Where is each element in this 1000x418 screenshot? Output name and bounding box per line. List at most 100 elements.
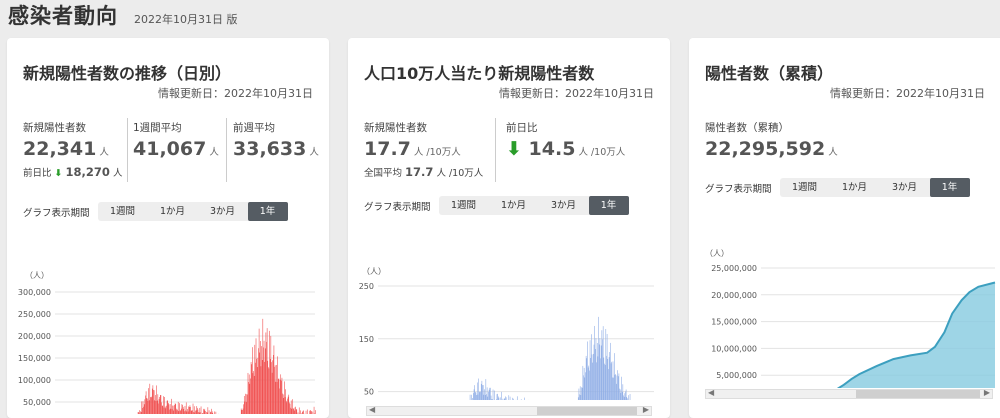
scroll-right-icon[interactable]: ▶ bbox=[643, 405, 649, 414]
bar bbox=[173, 411, 174, 415]
bar bbox=[628, 395, 629, 400]
bar bbox=[478, 379, 479, 400]
bar bbox=[619, 389, 620, 400]
y-tick-label: 150,000 bbox=[18, 354, 51, 363]
stat-value: ⬇ 14.5人 /10万人 bbox=[506, 138, 625, 160]
scroll-left-icon[interactable]: ◀ bbox=[369, 405, 375, 414]
bar bbox=[580, 386, 581, 400]
scroll-thumb[interactable] bbox=[537, 407, 637, 415]
bar bbox=[486, 394, 487, 400]
bar bbox=[195, 411, 196, 414]
period-3month-button[interactable]: 3か月 bbox=[880, 178, 930, 197]
bar bbox=[243, 404, 244, 414]
bar bbox=[627, 398, 628, 400]
bar bbox=[283, 394, 284, 414]
bar bbox=[602, 339, 603, 400]
bar-series bbox=[71, 319, 316, 414]
period-1month-button[interactable]: 1か月 bbox=[489, 196, 539, 215]
bar bbox=[263, 319, 264, 414]
period-1year-button[interactable]: 1年 bbox=[248, 202, 288, 221]
bar bbox=[170, 404, 171, 414]
bar bbox=[172, 406, 173, 414]
bar bbox=[601, 345, 602, 400]
bar bbox=[269, 368, 270, 414]
bar bbox=[198, 412, 199, 414]
bar bbox=[275, 365, 276, 414]
bar bbox=[275, 382, 276, 414]
period-1week-button[interactable]: 1週間 bbox=[98, 202, 148, 221]
y-tick-label: 150 bbox=[359, 335, 374, 344]
y-axis-label: （人） bbox=[25, 271, 49, 280]
y-tick-label: 20,000,000 bbox=[711, 291, 757, 300]
updated-date: 情報更新日：2022年10月31日 bbox=[158, 85, 313, 101]
bar bbox=[270, 359, 271, 414]
bar bbox=[254, 376, 255, 414]
bar bbox=[285, 397, 286, 414]
bar bbox=[504, 399, 505, 400]
bar bbox=[486, 379, 487, 400]
bar bbox=[293, 409, 294, 414]
bar bbox=[203, 409, 204, 414]
bar bbox=[166, 408, 167, 414]
bar bbox=[272, 360, 273, 414]
bar bbox=[471, 395, 472, 400]
bar bbox=[256, 338, 257, 414]
divider bbox=[226, 118, 227, 182]
bar bbox=[583, 375, 584, 400]
bar bbox=[144, 404, 145, 414]
period-1year-button[interactable]: 1年 bbox=[930, 178, 970, 197]
bar bbox=[285, 389, 286, 414]
bar bbox=[278, 379, 279, 414]
bar bbox=[183, 407, 184, 414]
bar bbox=[293, 408, 294, 414]
period-1month-button[interactable]: 1か月 bbox=[830, 178, 880, 197]
chart-scrollbar[interactable]: ◀ ▶ bbox=[366, 406, 652, 416]
bar bbox=[616, 384, 617, 400]
period-3month-button[interactable]: 3か月 bbox=[198, 202, 248, 221]
period-1month-button[interactable]: 1か月 bbox=[148, 202, 198, 221]
bar bbox=[500, 397, 501, 400]
bar bbox=[261, 346, 262, 414]
scroll-left-icon[interactable]: ◀ bbox=[708, 388, 714, 397]
stat-value: 17.7人 /10万人 bbox=[364, 138, 483, 160]
period-1year-button[interactable]: 1年 bbox=[589, 196, 629, 215]
bar bbox=[290, 408, 291, 414]
period-1week-button[interactable]: 1週間 bbox=[780, 178, 830, 197]
scroll-right-icon[interactable]: ▶ bbox=[984, 388, 990, 397]
bar bbox=[621, 393, 622, 400]
period-3month-button[interactable]: 3か月 bbox=[539, 196, 589, 215]
bar bbox=[188, 406, 189, 414]
bar bbox=[179, 403, 180, 414]
card-title: 人口10万人当たり新規陽性者数 bbox=[364, 60, 594, 84]
bar bbox=[211, 409, 212, 414]
bar bbox=[194, 406, 195, 414]
bar bbox=[284, 381, 285, 414]
bar bbox=[154, 390, 155, 414]
bar bbox=[481, 384, 482, 400]
bar bbox=[209, 410, 210, 414]
scroll-thumb[interactable] bbox=[856, 390, 980, 398]
bar bbox=[303, 410, 304, 414]
divider bbox=[495, 118, 496, 182]
period-buttons: 1週間 1か月 3か月 1年 bbox=[780, 178, 970, 197]
bar bbox=[295, 407, 296, 414]
bar bbox=[598, 317, 599, 400]
bar bbox=[483, 385, 484, 400]
bar bbox=[249, 374, 250, 414]
bar bbox=[295, 407, 296, 414]
bar bbox=[252, 347, 253, 414]
divider bbox=[127, 118, 128, 182]
bar bbox=[250, 384, 251, 414]
bar bbox=[279, 378, 280, 414]
chart-scrollbar[interactable]: ◀ ▶ bbox=[705, 389, 993, 399]
bar bbox=[479, 392, 480, 400]
bar bbox=[269, 331, 270, 414]
bar bbox=[290, 404, 291, 414]
bar bbox=[604, 358, 605, 400]
y-tick-label: 100,000 bbox=[18, 376, 51, 385]
y-axis-label: （人） bbox=[705, 249, 729, 258]
period-1week-button[interactable]: 1週間 bbox=[439, 196, 489, 215]
bar bbox=[248, 373, 249, 414]
bar bbox=[595, 349, 596, 400]
bar bbox=[501, 392, 502, 400]
